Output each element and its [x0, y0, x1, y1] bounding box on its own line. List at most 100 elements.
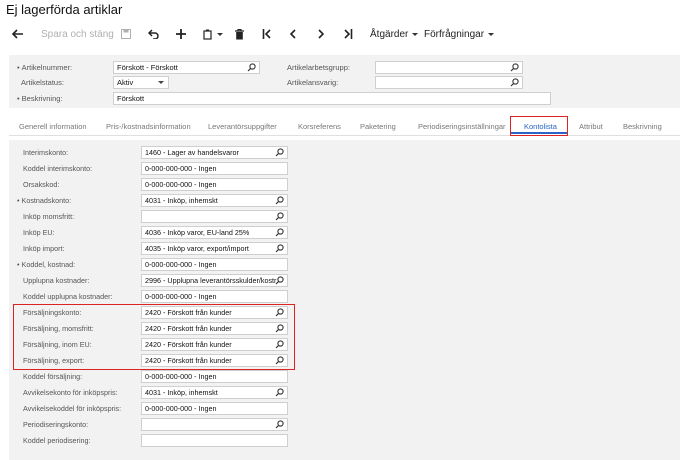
work-group-label: Artikelarbetsgrupp:: [287, 63, 350, 72]
field-label: Koddel periodisering:: [23, 436, 91, 445]
account-field[interactable]: [141, 434, 288, 447]
account-field[interactable]: 2996 - Upplupna leverantörsskulder/kostr: [141, 274, 288, 287]
field-label: Inköp import:: [23, 244, 65, 253]
responsible-field[interactable]: [375, 76, 523, 89]
form-row: Inköp import: 4035 - Inköp varor, export…: [9, 242, 309, 256]
account-field[interactable]: 0-000-000-000 - Ingen: [141, 162, 288, 175]
last-record-icon: [344, 29, 353, 39]
search-icon[interactable]: [275, 148, 284, 157]
form-row: Upplupna kostnader: 2996 - Upplupna leve…: [9, 274, 309, 288]
work-group-field[interactable]: [375, 61, 523, 74]
next-record-icon: [318, 29, 325, 39]
description-label: • Beskrivning:: [17, 94, 63, 103]
form-row: Periodiseringskonto:: [9, 418, 309, 432]
trash-icon: [235, 28, 244, 39]
field-label: • Kostnadskonto:: [17, 196, 72, 205]
last-record-button[interactable]: [343, 24, 353, 44]
search-icon[interactable]: [275, 276, 284, 285]
account-field[interactable]: [141, 210, 288, 223]
inquiries-menu-label: Förfrågningar: [424, 28, 485, 40]
tab-cross-reference[interactable]: Korsreferens: [298, 122, 341, 131]
page-title: Ej lagerförda artiklar: [6, 2, 123, 17]
tab-vendor[interactable]: Leverantörsuppgifter: [208, 122, 277, 131]
search-icon[interactable]: [275, 420, 284, 429]
tab-price-cost[interactable]: Pris-/kostnadsinformation: [106, 122, 191, 131]
tab-periodization[interactable]: Periodiseringsinställningar: [418, 122, 506, 131]
floppy-icon: [121, 29, 131, 39]
account-field[interactable]: 0-000-000-000 - Ingen: [141, 178, 288, 191]
field-label: Inköp momsfritt:: [23, 212, 75, 221]
form-row: Koddel periodisering:: [9, 434, 309, 448]
tab-bar: Generell information Pris-/kostnadsinfor…: [9, 116, 680, 136]
article-status-label: Artikelstatus:: [21, 78, 64, 87]
save-button[interactable]: [121, 24, 131, 44]
form-row: Orsakskod: 0-000-000-000 - Ingen: [9, 178, 309, 192]
form-row: Koddel upplupna kostnader: 0-000-000-000…: [9, 290, 309, 304]
account-field[interactable]: 4035 - Inköp varor, export/import: [141, 242, 288, 255]
form-row: Avvikelsekoddel för inköpspris: 0-000-00…: [9, 402, 309, 416]
plus-icon: [176, 29, 186, 39]
tab-attributes[interactable]: Attribut: [579, 122, 603, 131]
account-field[interactable]: [141, 418, 288, 431]
form-row: • Kostnadskonto: 4031 - Inköp, inhemskt: [9, 194, 309, 208]
account-list-panel: Interimskonto: 1460 - Lager av handelsva…: [9, 140, 680, 460]
field-label: Orsakskod:: [23, 180, 60, 189]
back-button[interactable]: [12, 24, 24, 44]
search-icon[interactable]: [275, 244, 284, 253]
search-icon[interactable]: [275, 228, 284, 237]
header-panel: • Artikelnummer: Förskott - Förskott Arti…: [9, 55, 680, 108]
tab-description[interactable]: Beskrivning: [623, 122, 662, 131]
form-row: Koddel försäljning: 0-000-000-000 - Inge…: [9, 370, 309, 384]
first-record-icon: [262, 29, 271, 39]
description-field[interactable]: Förskott: [113, 92, 551, 105]
search-icon[interactable]: [510, 78, 519, 87]
field-label: Avvikelsekonto för inköpspris:: [23, 388, 118, 397]
delete-button[interactable]: [235, 24, 244, 44]
tab-highlight-box: [510, 116, 568, 136]
form-row: Avvikelsekonto för inköpspris: 4031 - In…: [9, 386, 309, 400]
copy-paste-button[interactable]: [203, 24, 223, 44]
search-icon[interactable]: [275, 196, 284, 205]
undo-button[interactable]: [148, 24, 159, 44]
form-row: Inköp EU: 4036 - Inköp varor, EU-land 25…: [9, 226, 309, 240]
actions-menu[interactable]: Åtgärder: [370, 24, 419, 44]
chevron-down-icon: [217, 32, 223, 36]
account-field[interactable]: 0-000-000-000 - Ingen: [141, 258, 288, 271]
form-row: Inköp momsfritt:: [9, 210, 309, 224]
form-row: • Koddel, kostnad: 0-000-000-000 - Ingen: [9, 258, 309, 272]
inquiries-menu[interactable]: Förfrågningar: [424, 24, 495, 44]
account-field[interactable]: 4031 - Inköp, inhemskt: [141, 386, 288, 399]
search-icon[interactable]: [510, 63, 519, 72]
responsible-label: Artikelansvarig:: [287, 78, 339, 87]
search-icon[interactable]: [275, 212, 284, 221]
tab-general[interactable]: Generell information: [19, 122, 87, 131]
article-status-select[interactable]: Aktiv: [113, 76, 169, 89]
article-number-label: • Artikelnummer:: [17, 63, 73, 72]
account-field[interactable]: 0-000-000-000 - Ingen: [141, 290, 288, 303]
next-record-button[interactable]: [317, 24, 325, 44]
previous-record-button[interactable]: [289, 24, 297, 44]
account-field[interactable]: 0-000-000-000 - Ingen: [141, 370, 288, 383]
account-field[interactable]: 4036 - Inköp varor, EU-land 25%: [141, 226, 288, 239]
save-close-button[interactable]: Spara och stäng: [41, 24, 114, 44]
tab-packaging[interactable]: Paketering: [360, 122, 396, 131]
field-label: Avvikelsekoddel för inköpspris:: [23, 404, 122, 413]
search-icon[interactable]: [275, 388, 284, 397]
field-label: Koddel försäljning:: [23, 372, 83, 381]
field-label: Koddel interimskonto:: [23, 164, 93, 173]
first-record-button[interactable]: [262, 24, 272, 44]
add-button[interactable]: [176, 24, 186, 44]
actions-menu-label: Åtgärder: [370, 28, 409, 40]
previous-record-icon: [289, 29, 296, 39]
chevron-down-icon: [412, 32, 419, 36]
field-label: Periodiseringskonto:: [23, 420, 89, 429]
account-field[interactable]: 1460 - Lager av handelsvaror: [141, 146, 288, 159]
form-row: Interimskonto: 1460 - Lager av handelsva…: [9, 146, 309, 160]
search-icon[interactable]: [247, 63, 256, 72]
account-field[interactable]: 0-000-000-000 - Ingen: [141, 402, 288, 415]
sales-accounts-highlight-box: [13, 304, 295, 370]
account-field[interactable]: 4031 - Inköp, inhemskt: [141, 194, 288, 207]
article-number-field[interactable]: Förskott - Förskott: [113, 61, 260, 74]
toolbar: Spara och stäng Åtgärder Förfrågningar: [0, 24, 688, 44]
chevron-down-icon: [488, 32, 495, 36]
